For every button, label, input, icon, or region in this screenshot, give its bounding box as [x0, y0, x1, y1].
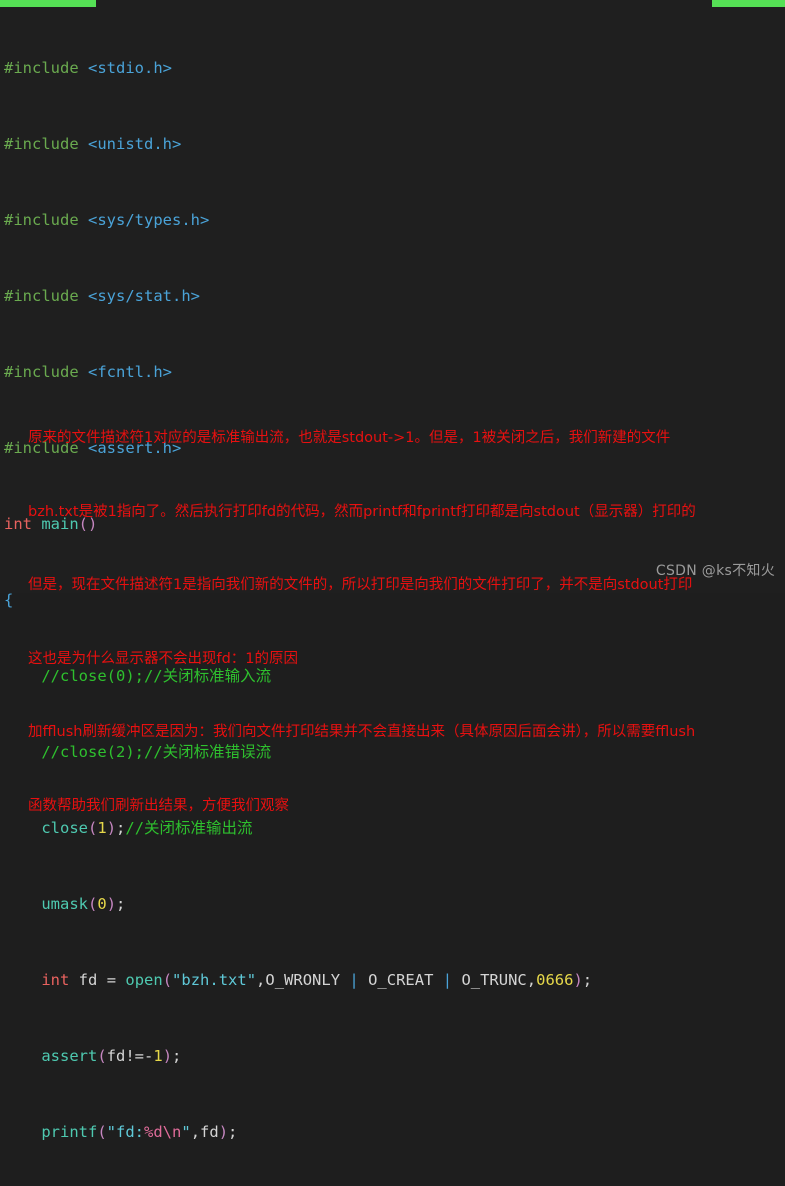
string-literal-start: "fd: — [106, 1123, 144, 1141]
function-assert: assert — [41, 1047, 98, 1065]
preprocessor-directive: #include — [4, 59, 79, 77]
variable-fd: fd — [200, 1123, 219, 1141]
number-literal: 1 — [153, 1047, 163, 1065]
variable-fd: fd — [78, 971, 98, 989]
header-name: <sys/stat.h> — [88, 287, 200, 305]
annotation-line: 原来的文件描述符1对应的是标准输出流，也就是stdout->1。但是，1被关闭之… — [28, 430, 671, 446]
code-line[interactable]: umask(0); — [0, 895, 785, 914]
comma: , — [526, 971, 537, 989]
preprocessor-directive: #include — [4, 135, 79, 153]
code-line[interactable]: int fd = open("bzh.txt",O_WRONLY | O_CRE… — [0, 971, 785, 990]
flag-trunc: O_TRUNC — [461, 971, 527, 989]
escape-newline: \n — [162, 1123, 182, 1141]
function-printf: printf — [41, 1123, 98, 1141]
string-filename: "bzh.txt" — [172, 971, 257, 989]
brace-open: { — [4, 591, 14, 609]
bitwise-or: | — [349, 971, 359, 989]
not-equal-operator: != — [125, 1047, 145, 1065]
annotation-line: 加fflush刷新缓冲区是因为：我们向文件打印结果并不会直接出来（具体原因后面会… — [28, 724, 696, 740]
minus-operator: - — [144, 1047, 154, 1065]
code-line[interactable]: printf("fd:%d\n",fd); — [0, 1123, 785, 1142]
bitwise-or: | — [442, 971, 453, 989]
header-name: <sys/types.h> — [88, 211, 210, 229]
annotation-line: bzh.txt是被1指向了。然后执行打印fd的代码，然而printf和fprin… — [28, 503, 696, 520]
code-line[interactable]: #include <sys/stat.h> — [0, 287, 785, 306]
semicolon: ; — [116, 895, 126, 913]
semicolon: ; — [582, 971, 593, 989]
paren: ) — [573, 971, 583, 989]
annotation-line: 函数帮助我们刷新出结果，方便我们观察 — [28, 797, 289, 814]
comma: , — [190, 1123, 201, 1141]
string-literal-end: " — [181, 1123, 191, 1141]
paren: ) — [218, 1123, 229, 1141]
code-line[interactable]: assert(fd!=-1); — [0, 1047, 785, 1066]
keyword-int: int — [41, 971, 70, 989]
paren: ( — [88, 895, 98, 913]
number-literal: 0 — [97, 895, 107, 913]
variable-fd: fd — [106, 1047, 126, 1065]
semicolon: ; — [228, 1123, 238, 1141]
code-editor-screenshot: #include <stdio.h> #include <unistd.h> #… — [0, 0, 785, 1141]
assign-operator: = — [106, 971, 117, 989]
flag-wronly: O_WRONLY — [265, 971, 341, 989]
comma: , — [256, 971, 266, 989]
code-line[interactable]: #include <sys/types.h> — [0, 211, 785, 230]
paren: ) — [106, 895, 117, 913]
paren: ( — [97, 1047, 107, 1065]
flag-creat: O_CREAT — [368, 971, 434, 989]
number-mode: 0666 — [536, 971, 574, 989]
preprocessor-directive: #include — [4, 287, 79, 305]
annotation-block: 原来的文件描述符1对应的是标准输出流，也就是stdout->1。但是，1被关闭之… — [28, 377, 785, 867]
paren: ( — [97, 1123, 107, 1141]
format-specifier: %d — [144, 1123, 163, 1141]
function-umask: umask — [41, 895, 88, 913]
function-open: open — [125, 971, 163, 989]
code-line[interactable]: #include <stdio.h> — [0, 59, 785, 78]
annotation-line: 这也是为什么显示器不会出现fd：1的原因 — [28, 650, 299, 667]
paren: ) — [162, 1047, 173, 1065]
paren: ( — [162, 971, 173, 989]
semicolon: ; — [172, 1047, 182, 1065]
preprocessor-directive: #include — [4, 211, 79, 229]
watermark: CSDN @ks不知火 — [655, 563, 775, 579]
header-name: <unistd.h> — [88, 135, 182, 153]
code-line[interactable]: #include <unistd.h> — [0, 135, 785, 154]
header-name: <stdio.h> — [88, 59, 172, 77]
